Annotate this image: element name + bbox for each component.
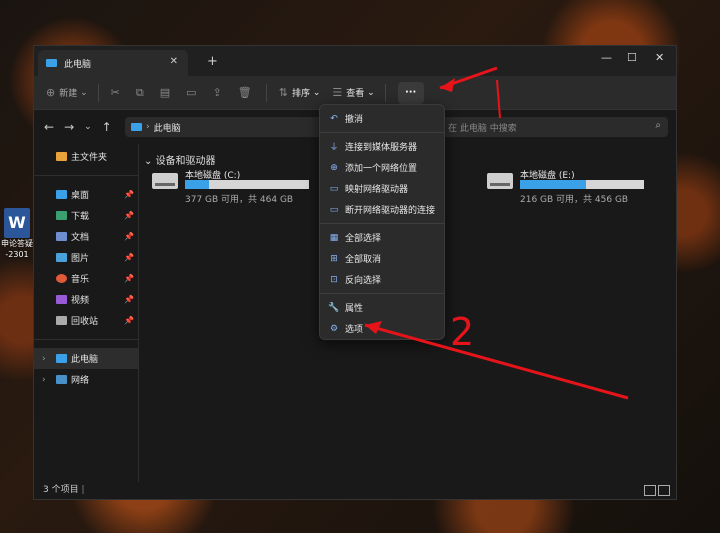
annotation-arrow-2 xyxy=(364,323,629,400)
annotation-mark-1 xyxy=(496,79,501,119)
annotation-arrowhead-1 xyxy=(440,78,455,92)
annotation-number-2: 2 xyxy=(450,310,474,354)
red-annotation-overlay: 2 xyxy=(364,66,629,400)
